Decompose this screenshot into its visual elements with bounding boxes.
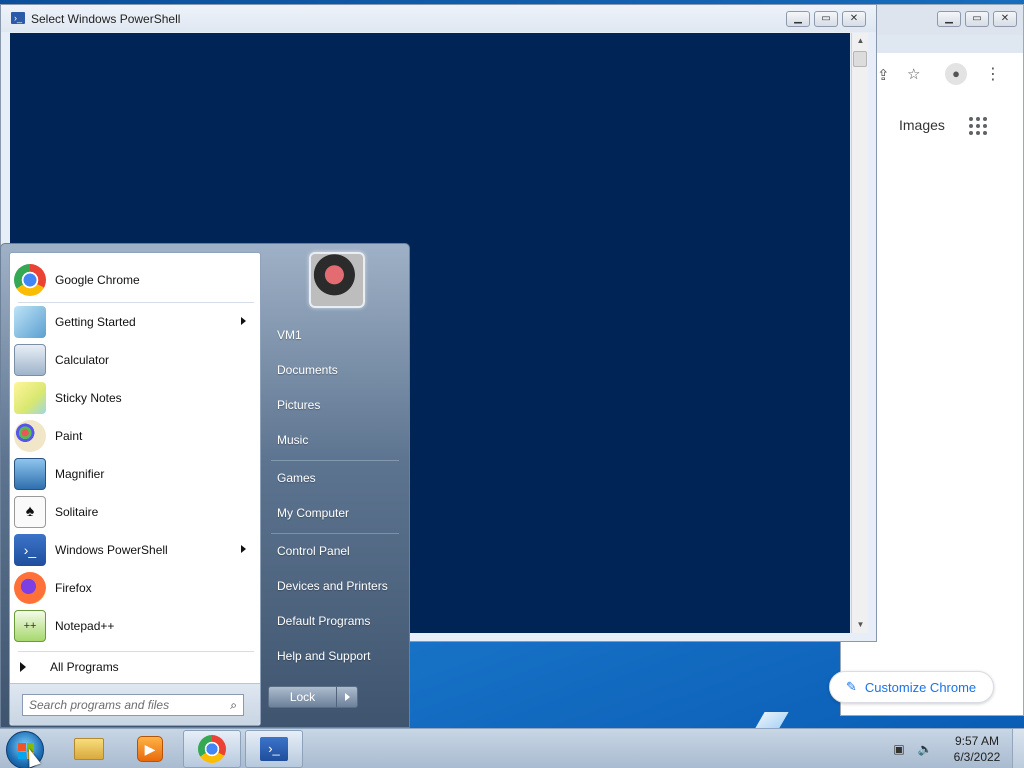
start-menu: Google Chrome Getting Started Calculator… bbox=[0, 243, 410, 728]
music-link[interactable]: Music bbox=[277, 433, 308, 447]
submenu-arrow-icon[interactable] bbox=[241, 317, 246, 325]
search-icon[interactable]: ⌕ bbox=[230, 698, 237, 713]
clock[interactable]: 9:57 AM 6/3/2022 bbox=[942, 733, 1012, 765]
chrome-icon bbox=[198, 735, 226, 763]
program-windows-powershell[interactable]: ›_ Windows PowerShell bbox=[12, 532, 258, 568]
solitaire-icon: ♠ bbox=[14, 496, 46, 528]
separator bbox=[271, 460, 399, 461]
search-placeholder: Search programs and files bbox=[29, 698, 170, 712]
chrome-menu-icon[interactable]: ⋮ bbox=[985, 64, 1001, 84]
system-tray: ▣ 🔈 9:57 AM 6/3/2022 bbox=[890, 729, 1024, 768]
google-apps-icon[interactable] bbox=[969, 117, 987, 135]
customize-chrome-button[interactable]: ✎ Customize Chrome bbox=[829, 671, 994, 703]
powershell-icon: ›_ bbox=[14, 534, 46, 566]
program-label: Firefox bbox=[55, 581, 92, 595]
program-label: Paint bbox=[55, 429, 83, 443]
user-folder-link[interactable]: VM1 bbox=[277, 328, 302, 342]
volume-icon[interactable]: 🔈 bbox=[916, 741, 934, 757]
window-title: Select Windows PowerShell bbox=[31, 12, 181, 26]
program-magnifier[interactable]: Magnifier bbox=[12, 456, 258, 492]
minimize-button[interactable]: ▁ bbox=[786, 11, 810, 27]
scroll-down-arrow-icon[interactable]: ▼ bbox=[852, 617, 869, 633]
program-notepadpp[interactable]: ++ Notepad++ bbox=[12, 608, 258, 644]
program-label: Notepad++ bbox=[55, 619, 115, 633]
program-label: Sticky Notes bbox=[55, 391, 122, 405]
network-icon[interactable]: ▣ bbox=[890, 741, 908, 757]
documents-link[interactable]: Documents bbox=[277, 363, 338, 377]
computer-link[interactable]: My Computer bbox=[277, 506, 349, 520]
program-getting-started[interactable]: Getting Started bbox=[12, 304, 258, 340]
program-label: Windows PowerShell bbox=[55, 543, 168, 557]
scroll-up-arrow-icon[interactable]: ▲ bbox=[852, 33, 869, 49]
program-google-chrome[interactable]: Google Chrome bbox=[12, 262, 258, 298]
media-player-icon: ▶ bbox=[137, 736, 163, 762]
taskbar-media-player[interactable]: ▶ bbox=[121, 730, 179, 768]
program-label: Getting Started bbox=[55, 315, 136, 329]
lock-button-group: Lock bbox=[268, 686, 358, 708]
chrome-icon bbox=[14, 264, 46, 296]
start-menu-programs-pane: Google Chrome Getting Started Calculator… bbox=[9, 252, 261, 726]
default-programs-link[interactable]: Default Programs bbox=[277, 614, 370, 628]
clock-date: 6/3/2022 bbox=[953, 750, 1001, 764]
help-support-link[interactable]: Help and Support bbox=[277, 649, 370, 663]
program-label: Solitaire bbox=[55, 505, 99, 519]
program-firefox[interactable]: Firefox bbox=[12, 570, 258, 606]
chevron-right-icon bbox=[344, 693, 350, 701]
program-calculator[interactable]: Calculator bbox=[12, 342, 258, 378]
shutdown-options-button[interactable] bbox=[337, 687, 357, 707]
vertical-scrollbar[interactable]: ▲ ▼ bbox=[851, 33, 868, 633]
paint-icon bbox=[14, 420, 46, 452]
share-icon[interactable]: ⇪ bbox=[877, 66, 890, 84]
program-sticky-notes[interactable]: Sticky Notes bbox=[12, 380, 258, 416]
chrome-minimize-button[interactable]: ▁ bbox=[937, 11, 961, 27]
chrome-maximize-button[interactable]: ▭ bbox=[965, 11, 989, 27]
powershell-icon: ›_ bbox=[260, 737, 288, 761]
program-label: Google Chrome bbox=[55, 273, 140, 287]
separator bbox=[18, 651, 254, 652]
search-input[interactable]: Search programs and files ⌕ bbox=[22, 694, 244, 716]
program-label: Calculator bbox=[55, 353, 110, 367]
user-avatar[interactable] bbox=[309, 252, 365, 308]
scrollbar-thumb[interactable] bbox=[853, 51, 867, 67]
separator bbox=[18, 302, 254, 303]
pencil-icon: ✎ bbox=[846, 679, 857, 694]
maximize-button[interactable]: ▭ bbox=[814, 11, 838, 27]
program-label: Magnifier bbox=[55, 467, 105, 481]
powershell-titlebar[interactable]: ›_ Select Windows PowerShell ▁ ▭ ✕ bbox=[1, 5, 876, 32]
getting-started-icon bbox=[14, 306, 46, 338]
show-desktop-button[interactable] bbox=[1012, 729, 1024, 768]
close-button[interactable]: ✕ bbox=[842, 11, 866, 27]
firefox-icon bbox=[14, 572, 46, 604]
profile-icon[interactable]: ● bbox=[945, 63, 967, 85]
games-link[interactable]: Games bbox=[277, 471, 316, 485]
sticky-notes-icon bbox=[14, 382, 46, 414]
taskbar-explorer[interactable] bbox=[60, 730, 118, 768]
taskbar-chrome[interactable] bbox=[183, 730, 241, 768]
all-programs-arrow-icon bbox=[20, 662, 26, 672]
folder-icon bbox=[74, 738, 104, 760]
search-area: Search programs and files ⌕ bbox=[10, 683, 260, 725]
all-programs-label: All Programs bbox=[50, 660, 119, 674]
all-programs-button[interactable]: All Programs bbox=[20, 657, 119, 677]
bookmark-star-icon[interactable]: ☆ bbox=[907, 65, 920, 83]
control-panel-link[interactable]: Control Panel bbox=[277, 544, 350, 558]
lock-button[interactable]: Lock bbox=[269, 687, 337, 707]
taskbar: ▶ ›_ ▣ 🔈 9:57 AM 6/3/2022 bbox=[0, 728, 1024, 768]
separator bbox=[271, 533, 399, 534]
pictures-link[interactable]: Pictures bbox=[277, 398, 320, 412]
chrome-close-button[interactable]: ✕ bbox=[993, 11, 1017, 27]
images-link[interactable]: Images bbox=[899, 117, 945, 133]
powershell-title-icon: ›_ bbox=[11, 12, 25, 24]
calculator-icon bbox=[14, 344, 46, 376]
submenu-arrow-icon[interactable] bbox=[241, 545, 246, 553]
customize-chrome-label: Customize Chrome bbox=[864, 679, 977, 695]
devices-printers-link[interactable]: Devices and Printers bbox=[277, 579, 388, 593]
program-solitaire[interactable]: ♠ Solitaire bbox=[12, 494, 258, 530]
magnifier-icon bbox=[14, 458, 46, 490]
taskbar-powershell[interactable]: ›_ bbox=[245, 730, 303, 768]
program-paint[interactable]: Paint bbox=[12, 418, 258, 454]
clock-time: 9:57 AM bbox=[954, 734, 1000, 748]
notepadpp-icon: ++ bbox=[14, 610, 46, 642]
